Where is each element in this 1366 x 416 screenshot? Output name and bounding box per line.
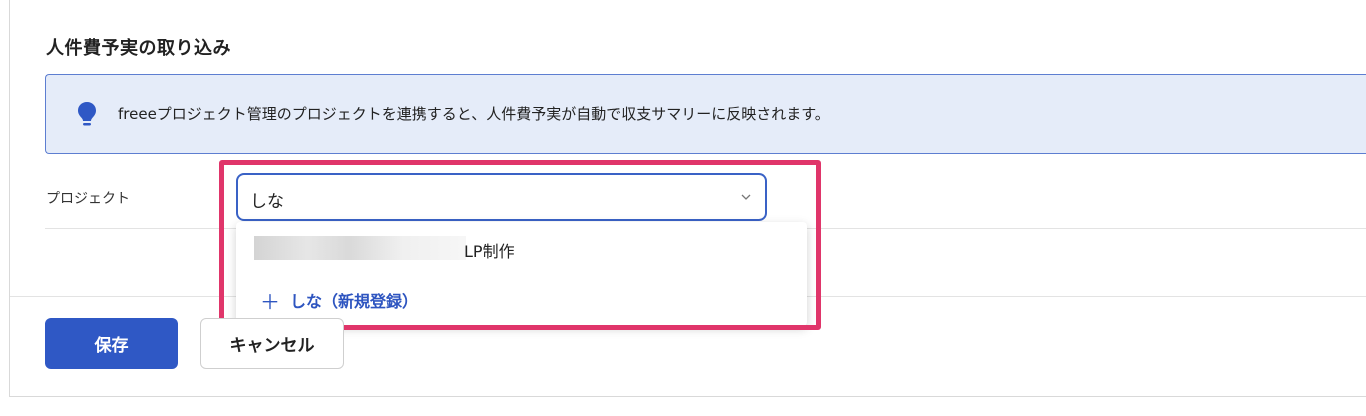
page: 人件費予実の取り込み freeeプロジェクト管理のプロジェクトを連携すると、人件… bbox=[0, 0, 1366, 416]
project-select-value[interactable]: しな bbox=[250, 187, 284, 212]
project-select[interactable]: しな bbox=[236, 173, 767, 221]
chevron-down-icon[interactable] bbox=[741, 193, 751, 201]
lightbulb-icon bbox=[78, 102, 96, 126]
plus-icon: ＋ bbox=[260, 290, 280, 314]
project-dropdown-menu: LP制作 ＋ しな（新規登録） bbox=[236, 222, 807, 326]
project-field-label: プロジェクト bbox=[46, 191, 130, 207]
save-button[interactable]: 保存 bbox=[45, 318, 178, 369]
add-new-project-option[interactable]: ＋ しな（新規登録） bbox=[260, 286, 418, 315]
redacted-project-name bbox=[254, 236, 466, 260]
cancel-button[interactable]: キャンセル bbox=[200, 318, 344, 369]
info-banner: freeeプロジェクト管理のプロジェクトを連携すると、人件費予実が自動で収支サマ… bbox=[45, 74, 1366, 154]
add-new-project-label: しな（新規登録） bbox=[290, 292, 419, 311]
info-text: freeeプロジェクト管理のプロジェクトを連携すると、人件費予実が自動で収支サマ… bbox=[118, 105, 830, 123]
dropdown-option[interactable]: LP制作 bbox=[464, 238, 515, 262]
section-title: 人件費予実の取り込み bbox=[46, 38, 231, 59]
